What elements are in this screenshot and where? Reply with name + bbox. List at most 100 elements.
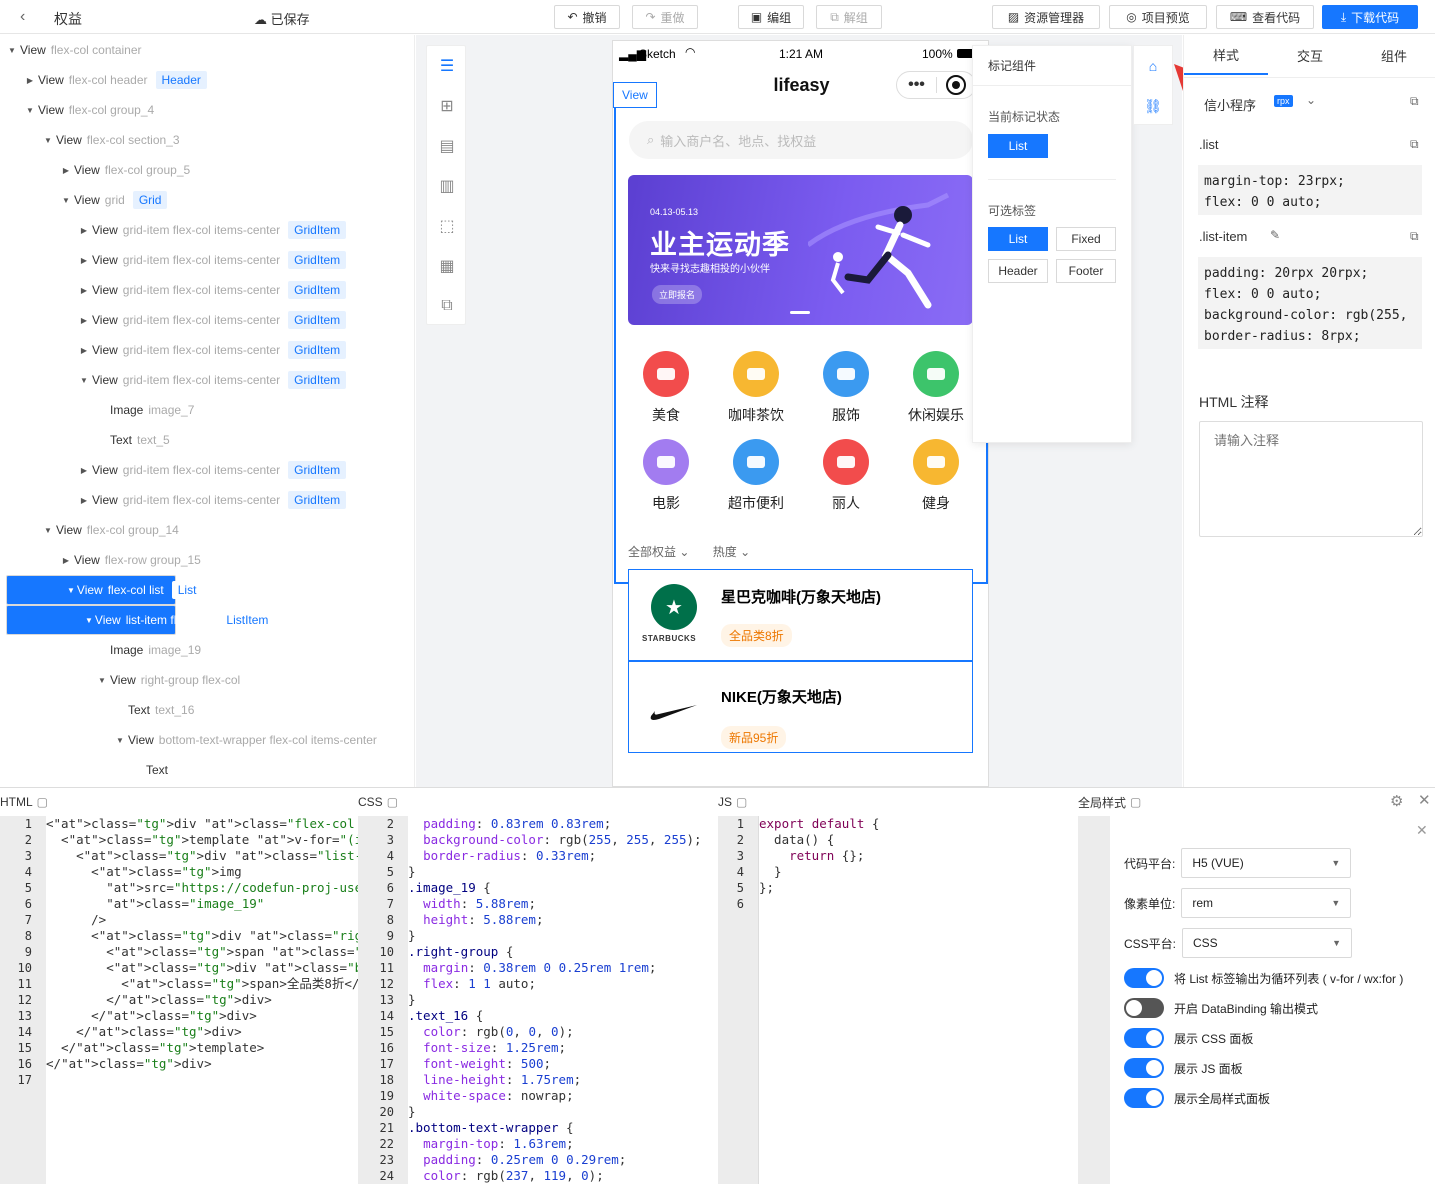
platform-select[interactable]: H5 (VUE) ▼ — [1181, 848, 1352, 878]
window-icon[interactable]: ▢ — [37, 795, 48, 809]
tree-node[interactable]: ▼ View flex-col list List — [6, 575, 203, 605]
window-icon[interactable]: ▢ — [387, 795, 398, 809]
phone-preview[interactable]: ▂▄▆ Sketch ◠ 1:21 AM 100% lifeasy ••• Vi… — [612, 40, 989, 787]
chevron-left-icon[interactable]: ‹ — [20, 8, 25, 26]
tree-node[interactable]: ▶ View grid-item flex-col items-center Grid… — [0, 485, 414, 515]
caret-down-icon[interactable]: ▼ — [96, 676, 108, 685]
caret-down-icon[interactable]: ▼ — [85, 616, 93, 625]
close-icon[interactable]: ✕ — [1418, 791, 1431, 809]
grid-item[interactable]: 美食 — [636, 351, 696, 425]
tree-node[interactable]: ▶ View grid-item flex-col items-center Grid… — [0, 245, 414, 275]
close-icon[interactable]: ✕ — [1416, 822, 1428, 839]
window-icon[interactable]: ▢ — [736, 795, 747, 809]
download-code-button[interactable]: ⤓ 下载代码 — [1322, 5, 1418, 29]
ungroup-button[interactable]: ⧉ 解组 — [816, 5, 882, 29]
filter-hot[interactable]: 热度 ⌄ — [713, 545, 750, 559]
tree-node[interactable]: Text — [0, 755, 414, 785]
resize-icon[interactable]: ⧉ — [427, 286, 467, 326]
copy-icon[interactable]: ⧉ — [1410, 137, 1419, 152]
tree-node[interactable]: ▶ View flex-col header Header — [0, 65, 414, 95]
tab-style[interactable]: 样式 — [1184, 35, 1268, 75]
window-icon[interactable]: ▢ — [1130, 795, 1141, 809]
more-icon[interactable]: ••• — [897, 76, 936, 94]
banner-signup-button[interactable]: 立即报名 — [652, 285, 703, 304]
toggle-switch[interactable] — [1124, 968, 1164, 988]
tab-interaction[interactable]: 交互 — [1268, 35, 1352, 75]
caret-right-icon[interactable]: ▶ — [78, 316, 90, 325]
tree-node[interactable]: ▼ View bottom-text-wrapper flex-col items-… — [0, 725, 414, 755]
tab-component[interactable]: 组件 — [1352, 35, 1435, 75]
filter-all[interactable]: 全部权益 ⌄ — [628, 545, 689, 559]
page-icon[interactable]: ▤ — [427, 126, 467, 166]
html-code-editor[interactable]: <"at">class="tg">div "at">class="flex-co… — [46, 816, 358, 1184]
unit-select[interactable]: rem ▼ — [1181, 888, 1352, 918]
grid-item[interactable]: 超市便利 — [726, 439, 786, 513]
toggle-switch[interactable] — [1124, 998, 1164, 1018]
tree-node[interactable]: ▼ View flex-col section_3 — [0, 125, 414, 155]
layout-icon[interactable]: ▦ — [427, 246, 467, 286]
tree-node[interactable]: ▶ View grid-item flex-col items-center Grid… — [0, 455, 414, 485]
grid-item[interactable]: 休闲娱乐 — [906, 351, 966, 425]
grid-item[interactable]: 服饰 — [816, 351, 876, 425]
tag-list-button[interactable]: List — [988, 227, 1048, 251]
tree-node[interactable]: Text text_16 — [0, 695, 414, 725]
tree-node[interactable]: Image image_7 — [0, 395, 414, 425]
project-preview-button[interactable]: ◎ 项目预览 — [1109, 5, 1207, 29]
tree-node[interactable]: ▶ View grid-item flex-col items-center Grid… — [0, 275, 414, 305]
tree-node[interactable]: ▼ View grid-item flex-col items-center Grid… — [0, 365, 414, 395]
search-input[interactable]: ⌕ 输入商户名、地点、找权益 — [629, 121, 973, 159]
chevron-down-icon[interactable]: ⌄ — [1306, 93, 1316, 107]
form-icon[interactable]: ▥ — [427, 166, 467, 206]
caret-right-icon[interactable]: ▶ — [78, 256, 90, 265]
platform-select[interactable]: 信小程序 — [1204, 95, 1256, 114]
view-code-button[interactable]: ⌨ 查看代码 — [1216, 5, 1314, 29]
promo-banner[interactable]: 04.13-05.13 业主运动季 快来寻找志趣相投的小伙伴 立即报名 — [628, 175, 973, 325]
caret-right-icon[interactable]: ▶ — [78, 226, 90, 235]
tree-node[interactable]: ▶ View grid-item flex-col items-center Grid… — [0, 215, 414, 245]
current-state-tag[interactable]: List — [988, 134, 1048, 158]
caret-right-icon[interactable]: ▶ — [78, 466, 90, 475]
caret-down-icon[interactable]: ▼ — [42, 526, 54, 535]
caret-down-icon[interactable]: ▼ — [6, 46, 18, 55]
grid-item[interactable]: 健身 — [906, 439, 966, 513]
tree-node[interactable]: ▶ View flex-row group_15 — [0, 545, 414, 575]
caret-right-icon[interactable]: ▶ — [24, 76, 36, 85]
caret-right-icon[interactable]: ▶ — [78, 346, 90, 355]
caret-down-icon[interactable]: ▼ — [67, 586, 75, 595]
select-icon[interactable]: ⬚ — [427, 206, 467, 246]
toggle-switch[interactable] — [1124, 1088, 1164, 1108]
tree-node[interactable]: ▶ View grid-item flex-col items-center Grid… — [0, 335, 414, 365]
js-code-editor[interactable]: export default { data() { return {}; }}; — [758, 816, 1078, 1184]
edit-icon[interactable]: ✎ — [1270, 228, 1280, 242]
tag-fixed-button[interactable]: Fixed — [1056, 227, 1116, 251]
css-platform-select[interactable]: CSS ▼ — [1182, 928, 1353, 958]
grid-icon[interactable]: ⊞ — [427, 86, 467, 126]
list-item[interactable]: ★ STARBUCKS 星巴克咖啡(万象天地店) 全品类8折 — [628, 569, 973, 661]
tree-node[interactable]: ▼ View grid Grid — [0, 185, 414, 215]
close-target-icon[interactable] — [937, 75, 975, 95]
tree-node[interactable]: ▼ View flex-col group_4 — [0, 95, 414, 125]
grid-item[interactable]: 咖啡茶饮 — [726, 351, 786, 425]
caret-down-icon[interactable]: ▼ — [114, 736, 126, 745]
link-icon[interactable]: ⛓ — [1134, 86, 1172, 126]
tag-header-button[interactable]: Header — [988, 259, 1048, 283]
css-code-editor[interactable]: padding: 0.83rem 0.83rem; background-col… — [408, 816, 718, 1184]
asset-manager-button[interactable]: ▨ 资源管理器 — [992, 5, 1100, 29]
caret-right-icon[interactable]: ▶ — [60, 556, 72, 565]
tree-node[interactable]: ▼ View flex-col group_14 — [0, 515, 414, 545]
grid-item[interactable]: 丽人 — [816, 439, 876, 513]
toggle-switch[interactable] — [1124, 1058, 1164, 1078]
caret-down-icon[interactable]: ▼ — [24, 106, 36, 115]
list-item[interactable]: NIKE(万象天地店) 新品95折 — [628, 661, 973, 753]
toggle-switch[interactable] — [1124, 1028, 1164, 1048]
copy-icon[interactable]: ⧉ — [1410, 94, 1419, 109]
gear-icon[interactable]: ⚙ — [1390, 792, 1403, 810]
caret-right-icon[interactable]: ▶ — [60, 166, 72, 175]
tree-node[interactable]: ▼ View list-item flex-row ListItem — [6, 605, 275, 635]
tag-footer-button[interactable]: Footer — [1056, 259, 1116, 283]
undo-button[interactable]: ↶ 撤销 — [554, 5, 620, 29]
tree-node[interactable]: ▼ View flex-col container — [0, 35, 414, 65]
redo-button[interactable]: ↷ 重做 — [632, 5, 698, 29]
tree-node[interactable]: ▼ View right-group flex-col — [0, 665, 414, 695]
caret-down-icon[interactable]: ▼ — [78, 376, 90, 385]
